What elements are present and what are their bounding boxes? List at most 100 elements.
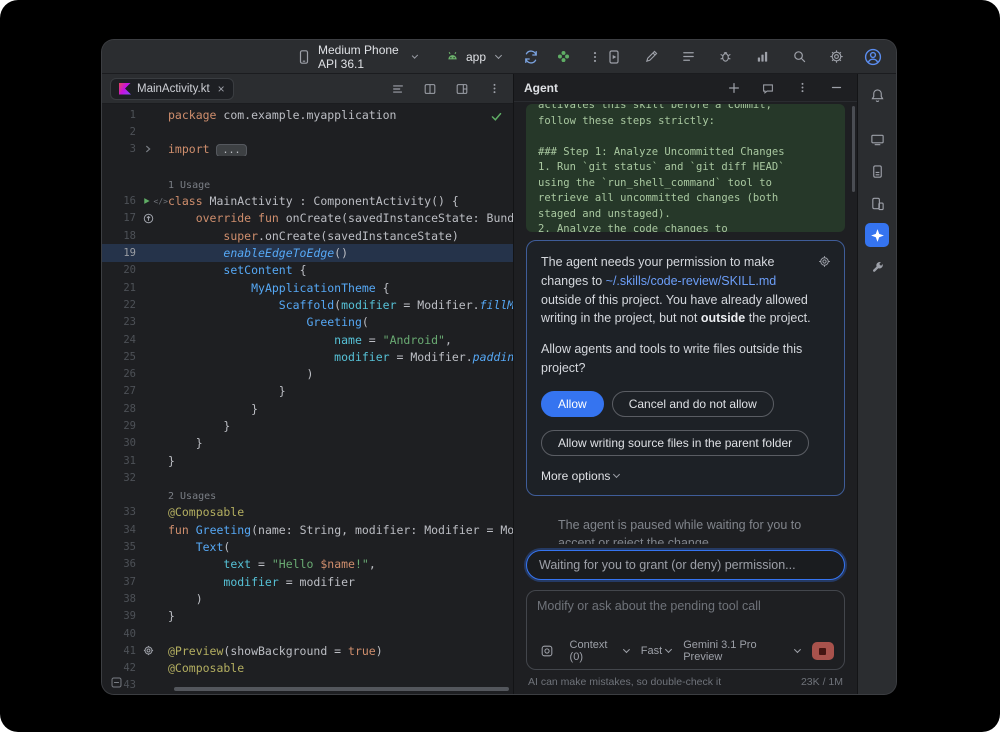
profile-avatar-button[interactable]	[862, 46, 884, 68]
code-text: MyApplicationTheme {	[168, 281, 513, 295]
allow-parent-folder-button[interactable]: Allow writing source files in the parent…	[541, 430, 809, 456]
code-text: package com.example.myapplication	[168, 108, 513, 122]
settings-button[interactable]	[825, 46, 847, 68]
device-selector-label: Medium Phone API 36.1	[318, 43, 403, 71]
code-line[interactable]: 1 Usage	[102, 175, 513, 192]
code-line[interactable]: 20 setContent {	[102, 262, 513, 279]
code-line[interactable]: 2	[102, 123, 513, 140]
preview-layout-button[interactable]	[451, 78, 473, 100]
search-everywhere-button[interactable]	[788, 46, 810, 68]
code-line[interactable]: 34fun Greeting(name: String, modifier: M…	[102, 521, 513, 538]
code-line[interactable]: 43	[102, 677, 513, 694]
code-line[interactable]: 2 Usages	[102, 487, 513, 504]
running-devices-button[interactable]	[865, 191, 889, 215]
code-line[interactable]: 21 MyApplicationTheme {	[102, 279, 513, 296]
code-line[interactable]: 35 Text(	[102, 538, 513, 555]
agent-more-button[interactable]	[791, 77, 813, 99]
cancel-button[interactable]: Cancel and do not allow	[612, 391, 774, 417]
code-line[interactable]: 36 text = "Hello $name!",	[102, 556, 513, 573]
code-line[interactable]: 30 }	[102, 435, 513, 452]
code-line[interactable]: 40	[102, 625, 513, 642]
code-line[interactable]: 39}	[102, 608, 513, 625]
split-editor-button[interactable]	[419, 78, 441, 100]
horizontal-scrollbar[interactable]	[174, 687, 509, 691]
toolbar-more-button[interactable]	[587, 46, 603, 68]
chat-scroll-area[interactable]: activates this skill before a commit, fo…	[514, 102, 857, 544]
chat-scrollbar[interactable]	[852, 106, 855, 192]
code-line[interactable]: 17 override fun onCreate(savedInstanceSt…	[102, 210, 513, 227]
hide-panel-button[interactable]	[825, 77, 847, 99]
code-text: }	[168, 454, 513, 468]
code-line[interactable]	[102, 158, 513, 175]
stop-button[interactable]	[812, 642, 834, 660]
code-text: }	[168, 384, 513, 398]
code-text: }	[168, 436, 513, 450]
status-widget-icon[interactable]	[110, 676, 123, 689]
tab-mainactivity[interactable]: MainActivity.kt ×	[110, 78, 234, 100]
model-dropdown[interactable]: Gemini 3.1 Pro Preview	[683, 639, 799, 663]
run-button[interactable]	[555, 46, 571, 68]
run-class-gutter-icon[interactable]: </>	[136, 196, 168, 206]
editor-more-button[interactable]	[483, 78, 505, 100]
permission-settings-button[interactable]	[813, 250, 835, 272]
code-line[interactable]: 19 enableEdgeToEdge()	[102, 244, 513, 261]
code-line[interactable]: 37 modifier = modifier	[102, 573, 513, 590]
code-line[interactable]: 29 }	[102, 417, 513, 434]
code-line[interactable]: 38 )	[102, 590, 513, 607]
code-text: super.onCreate(savedInstanceState)	[168, 229, 513, 243]
code-line[interactable]: 27 }	[102, 383, 513, 400]
prompt-compose-box[interactable]: Modify or ask about the pending tool cal…	[526, 590, 845, 670]
line-number: 19	[102, 247, 136, 259]
code-line[interactable]: 31}	[102, 452, 513, 469]
code-text: )	[168, 367, 513, 381]
code-line[interactable]: 23 Greeting(	[102, 314, 513, 331]
kotlin-file-icon	[119, 83, 131, 95]
code-line[interactable]: 24 name = "Android",	[102, 331, 513, 348]
code-line[interactable]: 16</>class MainActivity : ComponentActiv…	[102, 192, 513, 209]
close-tab-icon[interactable]: ×	[218, 83, 225, 95]
build-tools-button[interactable]	[865, 255, 889, 279]
sync-project-button[interactable]	[523, 46, 539, 68]
code-line[interactable]: 22 Scaffold(modifier = Modifier.fillMaxS…	[102, 296, 513, 313]
new-chat-button[interactable]	[723, 77, 745, 99]
code-line[interactable]: 33@Composable	[102, 504, 513, 521]
skill-file-link[interactable]: ~/.skills/code-review/SKILL.md	[606, 274, 777, 288]
code-text: 2 Usages	[168, 488, 513, 502]
editor-options-button[interactable]	[387, 78, 409, 100]
profiler-button[interactable]	[751, 46, 773, 68]
permission-text-1: The agent needs your permission to make …	[541, 253, 830, 328]
logcat-button[interactable]	[677, 46, 699, 68]
gemini-agent-button[interactable]	[865, 223, 889, 247]
device-streaming-button[interactable]	[603, 46, 625, 68]
device-selector[interactable]: Medium Phone API 36.1	[290, 40, 423, 74]
code-line[interactable]: 32	[102, 469, 513, 486]
permission-request-card: The agent needs your permission to make …	[526, 240, 845, 496]
run-configuration-selector[interactable]: app	[439, 46, 507, 67]
override-method-gutter-icon[interactable]	[136, 213, 168, 224]
code-line[interactable]: 28 }	[102, 400, 513, 417]
code-line[interactable]: 41@Preview(showBackground = true)	[102, 642, 513, 659]
code-area[interactable]: 1package com.example.myapplication23impo…	[102, 104, 513, 694]
more-options-button[interactable]: More options	[541, 469, 830, 483]
code-line[interactable]: 25 modifier = Modifier.padding(paddingVa…	[102, 348, 513, 365]
code-line[interactable]: 18 super.onCreate(savedInstanceState)	[102, 227, 513, 244]
notifications-bell-button[interactable]	[865, 83, 889, 107]
code-line[interactable]: 1package com.example.myapplication	[102, 106, 513, 123]
compose-edit-button[interactable]	[640, 46, 662, 68]
speed-dropdown[interactable]: Fast	[641, 645, 671, 657]
device-explorer-button[interactable]	[865, 159, 889, 183]
code-line[interactable]: 3import ...	[102, 141, 513, 158]
allow-button[interactable]: Allow	[541, 391, 604, 417]
code-line[interactable]: 26 )	[102, 365, 513, 382]
fold-region-icon[interactable]	[136, 144, 168, 154]
chat-history-button[interactable]	[757, 77, 779, 99]
inspections-passed-icon[interactable]	[490, 110, 503, 123]
app-inspection-button[interactable]	[714, 46, 736, 68]
context-dropdown[interactable]: Context (0)	[570, 639, 629, 663]
attach-context-button[interactable]	[537, 640, 558, 662]
line-number: 31	[102, 455, 136, 467]
device-mirroring-button[interactable]	[865, 127, 889, 151]
waiting-permission-input[interactable]: Waiting for you to grant (or deny) permi…	[526, 550, 845, 580]
compose-preview-gutter-icon[interactable]	[136, 645, 168, 656]
code-line[interactable]: 42@Composable	[102, 660, 513, 677]
